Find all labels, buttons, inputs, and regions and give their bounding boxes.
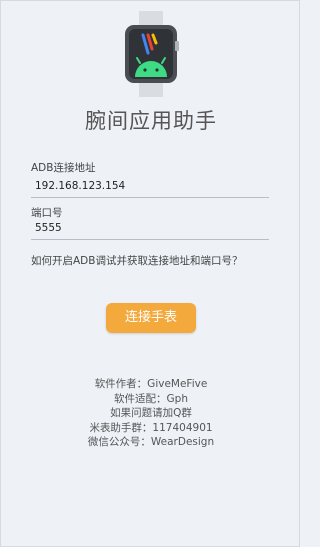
app-logo xyxy=(123,11,179,97)
page-title: 腕间应用助手 xyxy=(85,109,217,133)
info-author: 软件作者：GiveMeFive xyxy=(94,378,208,390)
about-info: 软件作者：GiveMeFive 软件适配：Gph 如果问题请加Q群 米表助手群：… xyxy=(1,377,301,450)
info-qq-group-hint: 如果问题请加Q群 xyxy=(110,407,192,419)
info-adapter: 软件适配：Gph xyxy=(114,392,188,405)
info-qq-group: 米表助手群：117404901 xyxy=(89,421,213,434)
connect-watch-button[interactable]: 连接手表 xyxy=(106,303,196,333)
port-label: 端口号 xyxy=(31,207,63,219)
adb-address-value: 192.168.123.154 xyxy=(35,180,126,192)
adb-address-input[interactable]: 192.168.123.154 xyxy=(31,177,269,198)
adb-address-label: ADB连接地址 xyxy=(31,162,96,174)
port-input[interactable]: 5555 xyxy=(31,219,269,240)
info-wechat: 微信公众号：WearDesign xyxy=(87,436,215,448)
adb-help-link[interactable]: 如何开启ADB调试并获取连接地址和端口号？ xyxy=(31,253,242,268)
watch-android-icon xyxy=(125,11,179,97)
port-value: 5555 xyxy=(35,222,62,234)
